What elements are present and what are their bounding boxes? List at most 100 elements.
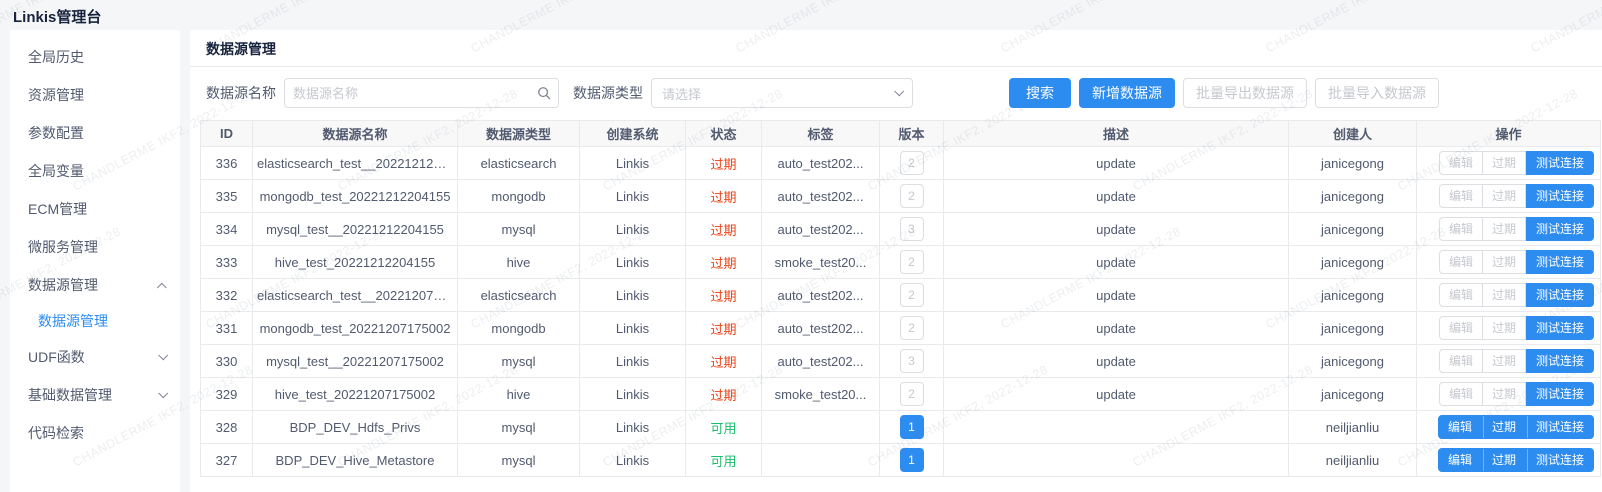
cell-type: mysql xyxy=(458,345,580,378)
cell-type: mysql xyxy=(458,444,580,477)
cell-version: 2 xyxy=(880,147,944,180)
cell-description xyxy=(944,411,1289,444)
cell-actions: 编辑过期测试连接 xyxy=(1417,147,1601,180)
version-badge[interactable]: 2 xyxy=(900,382,924,406)
expire-button: 过期 xyxy=(1482,184,1526,208)
cell-creator: janicegong xyxy=(1289,147,1417,180)
column-header: 描述 xyxy=(944,121,1289,147)
status-badge: 过期 xyxy=(710,223,736,238)
sidebar-item-datasource-management-sub[interactable]: 数据源管理 xyxy=(10,304,180,338)
sidebar-item-code-search[interactable]: 代码检索 xyxy=(10,414,180,452)
cell-system: Linkis xyxy=(580,147,686,180)
version-badge[interactable]: 2 xyxy=(900,250,924,274)
version-badge[interactable]: 2 xyxy=(900,316,924,340)
edit-button[interactable]: 编辑 xyxy=(1438,415,1482,439)
test-connection-button[interactable]: 测试连接 xyxy=(1526,415,1594,439)
cell-id: 330 xyxy=(201,345,253,378)
sidebar-item-label: 全局变量 xyxy=(28,161,84,181)
sidebar-item-label: 微服务管理 xyxy=(28,237,98,257)
test-connection-button[interactable]: 测试连接 xyxy=(1526,316,1594,340)
test-connection-button[interactable]: 测试连接 xyxy=(1526,151,1594,175)
cell-status: 过期 xyxy=(686,180,762,213)
column-header: 创建系统 xyxy=(580,121,686,147)
sidebar-item-label: 基础数据管理 xyxy=(28,385,112,405)
cell-description xyxy=(944,444,1289,477)
version-badge[interactable]: 3 xyxy=(900,217,924,241)
cell-name: BDP_DEV_Hive_Metastore xyxy=(253,444,458,477)
status-badge: 过期 xyxy=(710,190,736,205)
version-badge[interactable]: 3 xyxy=(900,349,924,373)
cell-name: hive_test_20221207175002 xyxy=(253,378,458,411)
expire-button: 过期 xyxy=(1482,151,1526,175)
cell-type: hive xyxy=(458,378,580,411)
row-action-group: 编辑过期测试连接 xyxy=(1439,217,1594,241)
cell-name: mongodb_test_20221212204155 xyxy=(253,180,458,213)
cell-description: update xyxy=(944,147,1289,180)
status-badge: 过期 xyxy=(710,322,736,337)
cell-type: mysql xyxy=(458,213,580,246)
cell-version: 2 xyxy=(880,378,944,411)
cell-status: 过期 xyxy=(686,147,762,180)
sidebar-item-udf-functions[interactable]: UDF函数 xyxy=(10,338,180,376)
sidebar-item-global-variables[interactable]: 全局变量 xyxy=(10,152,180,190)
cell-version: 2 xyxy=(880,180,944,213)
version-badge[interactable]: 2 xyxy=(900,184,924,208)
test-connection-button[interactable]: 测试连接 xyxy=(1526,448,1594,472)
cell-name: elasticsearch_test__20221212204155 xyxy=(253,147,458,180)
test-connection-button[interactable]: 测试连接 xyxy=(1526,217,1594,241)
cell-id: 327 xyxy=(201,444,253,477)
cell-id: 336 xyxy=(201,147,253,180)
cell-name: mysql_test__20221207175002 xyxy=(253,345,458,378)
add-datasource-button[interactable]: 新增数据源 xyxy=(1079,78,1175,108)
column-header: ID xyxy=(201,121,253,147)
filter-bar: 数据源名称 数据源类型 请选择 搜索 新增数据源 批量导出数据源 批量导入数据源 xyxy=(206,78,1602,108)
column-header: 标签 xyxy=(762,121,880,147)
version-badge[interactable]: 2 xyxy=(900,151,924,175)
status-badge: 过期 xyxy=(710,256,736,271)
test-connection-button[interactable]: 测试连接 xyxy=(1526,250,1594,274)
table-row: 328BDP_DEV_Hdfs_PrivsmysqlLinkis可用1neilj… xyxy=(201,411,1601,444)
test-connection-button[interactable]: 测试连接 xyxy=(1526,349,1594,373)
batch-import-button: 批量导入数据源 xyxy=(1315,78,1439,108)
sidebar-item-parameter-config[interactable]: 参数配置 xyxy=(10,114,180,152)
cell-tag: auto_test202... xyxy=(762,312,880,345)
cell-description: update xyxy=(944,279,1289,312)
cell-system: Linkis xyxy=(580,246,686,279)
status-badge: 过期 xyxy=(710,157,736,172)
version-badge[interactable]: 1 xyxy=(900,415,924,439)
search-button[interactable]: 搜索 xyxy=(1009,78,1071,108)
cell-tag xyxy=(762,411,880,444)
cell-creator: janicegong xyxy=(1289,213,1417,246)
row-action-group: 编辑过期测试连接 xyxy=(1439,316,1594,340)
expire-button[interactable]: 过期 xyxy=(1482,448,1526,472)
datasource-name-label: 数据源名称 xyxy=(206,83,276,103)
sidebar-item-resource-management[interactable]: 资源管理 xyxy=(10,76,180,114)
test-connection-button[interactable]: 测试连接 xyxy=(1526,184,1594,208)
cell-tag: auto_test202... xyxy=(762,213,880,246)
cell-actions: 编辑过期测试连接 xyxy=(1417,213,1601,246)
sidebar-item-global-history[interactable]: 全局历史 xyxy=(10,38,180,76)
version-badge[interactable]: 2 xyxy=(900,283,924,307)
cell-status: 可用 xyxy=(686,444,762,477)
cell-id: 331 xyxy=(201,312,253,345)
cell-system: Linkis xyxy=(580,444,686,477)
sidebar-item-ecm-management[interactable]: ECM管理 xyxy=(10,190,180,228)
cell-actions: 编辑过期测试连接 xyxy=(1417,378,1601,411)
edit-button[interactable]: 编辑 xyxy=(1438,448,1482,472)
cell-tag: auto_test202... xyxy=(762,180,880,213)
sidebar-item-basic-data-management[interactable]: 基础数据管理 xyxy=(10,376,180,414)
sidebar-item-microservice-management[interactable]: 微服务管理 xyxy=(10,228,180,266)
status-badge: 可用 xyxy=(710,454,736,469)
datasource-name-input[interactable] xyxy=(284,78,559,108)
sidebar-item-datasource-management[interactable]: 数据源管理 xyxy=(10,266,180,304)
cell-version: 3 xyxy=(880,345,944,378)
test-connection-button[interactable]: 测试连接 xyxy=(1526,382,1594,406)
version-badge[interactable]: 1 xyxy=(900,448,924,472)
cell-description: update xyxy=(944,213,1289,246)
test-connection-button[interactable]: 测试连接 xyxy=(1526,283,1594,307)
edit-button: 编辑 xyxy=(1439,151,1483,175)
chevron-down-icon xyxy=(894,86,904,96)
expire-button[interactable]: 过期 xyxy=(1482,415,1526,439)
cell-description: update xyxy=(944,180,1289,213)
datasource-type-select[interactable]: 请选择 xyxy=(651,78,913,108)
